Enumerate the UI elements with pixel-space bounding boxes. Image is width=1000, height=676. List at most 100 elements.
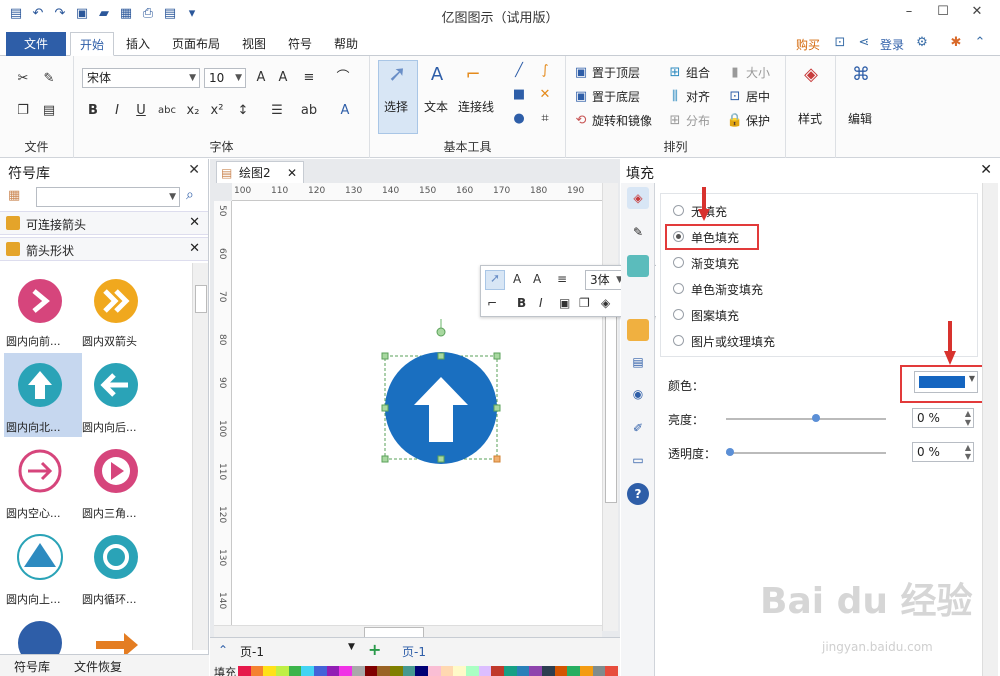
cut-icon[interactable]: ✂ <box>14 70 32 88</box>
shape-circle-hollow-arrow[interactable]: 圆内空心... <box>4 439 82 523</box>
login-link[interactable]: 登录 <box>880 36 904 53</box>
send-back-button[interactable]: 置于底层 <box>592 88 640 105</box>
fill-panel-icon[interactable]: ◈ <box>627 187 649 209</box>
palette-swatch[interactable] <box>554 666 568 676</box>
palette-swatch[interactable] <box>516 666 530 676</box>
page-selector[interactable]: 页-1 <box>240 643 264 660</box>
image-panel-icon[interactable] <box>627 319 649 341</box>
help-icon[interactable]: ? <box>627 483 649 505</box>
minimize-button[interactable]: – <box>894 4 924 24</box>
shape-circle-cycle[interactable]: 圆内循环... <box>80 525 158 609</box>
shape-circle-back-arrow[interactable]: 圆内向后... <box>80 353 158 437</box>
palette-swatch[interactable] <box>428 666 441 676</box>
palette-swatch[interactable] <box>314 666 327 676</box>
palette-swatch[interactable] <box>440 666 454 676</box>
palette-swatch[interactable] <box>263 666 277 676</box>
theme-icon[interactable]: ✱ <box>948 35 964 51</box>
search-icon[interactable]: ⌕ <box>186 187 194 203</box>
rotate-mirror-button[interactable]: 旋转和镜像 <box>592 112 652 129</box>
buy-link[interactable]: 购买 <box>796 36 820 53</box>
document-tab[interactable]: ▤ 绘图2 ✕ <box>216 161 304 183</box>
shape-circle-refresh[interactable] <box>4 611 82 655</box>
style-icon[interactable]: ◈ <box>802 66 820 84</box>
palette-swatch[interactable] <box>377 666 391 676</box>
tab-file-recovery[interactable]: 文件恢复 <box>74 658 122 675</box>
copy-icon[interactable]: ❐ <box>14 102 32 120</box>
underline-icon[interactable]: U <box>132 102 150 120</box>
tab-page-layout[interactable]: 页面布局 <box>164 32 228 56</box>
distribute-button[interactable]: 分布 <box>686 112 710 129</box>
align-text-icon[interactable]: ≡ <box>300 69 318 87</box>
copy-style-icon[interactable]: ❐ <box>579 296 590 310</box>
size-button[interactable]: 大小 <box>746 64 770 81</box>
shrink-font-icon[interactable]: A <box>533 272 541 286</box>
brightness-input[interactable]: 0 % ▲ ▼ <box>912 408 974 428</box>
feedback-icon[interactable]: ⊡ <box>832 35 848 51</box>
brightness-slider[interactable] <box>726 418 886 420</box>
canvas-vscrollbar[interactable] <box>602 183 618 631</box>
shadow-icon[interactable]: ▣ <box>559 296 570 310</box>
library-grid-icon[interactable]: ▦ <box>8 188 30 206</box>
transparency-knob[interactable] <box>726 448 734 456</box>
canvas-vscroll-thumb[interactable] <box>605 303 617 503</box>
fill-panel-scrollbar[interactable] <box>982 183 998 676</box>
category-connectable-arrows[interactable]: 可连接箭头 ✕ <box>0 211 208 235</box>
ribbon-collapse-icon[interactable]: ⌃ <box>972 35 988 51</box>
library-close-icon[interactable]: ✕ <box>188 162 200 178</box>
category-arrow-shapes[interactable]: 箭头形状 ✕ <box>0 237 208 261</box>
palette-swatch[interactable] <box>402 666 416 676</box>
palette-swatch[interactable] <box>504 666 517 676</box>
palette-swatch[interactable] <box>352 666 365 676</box>
shadow-panel-icon[interactable] <box>627 255 649 277</box>
connector-tool-label[interactable]: 连接线 <box>458 98 494 115</box>
bring-front-button[interactable]: 置于顶层 <box>592 64 640 81</box>
transparency-slider[interactable] <box>726 452 886 454</box>
grow-font-icon[interactable]: A <box>252 69 270 87</box>
curve-tool-icon[interactable]: ∫ <box>536 62 554 80</box>
palette-swatch[interactable] <box>390 666 403 676</box>
settings-icon[interactable]: ⚙ <box>914 35 930 51</box>
comment-icon[interactable]: ▭ <box>627 449 649 471</box>
library-scrollbar[interactable] <box>192 263 208 650</box>
palette-swatch[interactable] <box>301 666 315 676</box>
align-button[interactable]: 对齐 <box>686 88 710 105</box>
text-shape-icon[interactable]: ⌒ <box>334 69 352 87</box>
shape-circle-triangle[interactable]: 圆内三角... <box>80 439 158 523</box>
page-dropdown-icon[interactable]: ▼ <box>348 642 355 652</box>
palette-swatch[interactable] <box>567 666 581 676</box>
palette-swatch[interactable] <box>529 666 543 676</box>
subscript-icon[interactable]: x₂ <box>184 102 202 120</box>
pointer-icon[interactable]: ➚ <box>485 270 505 290</box>
palette-swatch[interactable] <box>238 666 251 676</box>
grow-font-icon[interactable]: A <box>513 272 521 286</box>
transparency-input[interactable]: 0 % ▲ ▼ <box>912 442 974 462</box>
shape-orange-arrow[interactable] <box>80 611 158 655</box>
shape-circle-forward-arrow[interactable]: 圆内向前... <box>4 267 82 351</box>
palette-swatch[interactable] <box>415 666 429 676</box>
italic-icon[interactable]: I <box>539 296 543 310</box>
palette-swatch[interactable] <box>453 666 467 676</box>
palette-swatch[interactable] <box>466 666 479 676</box>
line-panel-icon[interactable]: ✎ <box>627 221 649 243</box>
page-panel-icon[interactable]: ▤ <box>627 351 649 373</box>
font-size-select[interactable]: 10 ▼ <box>204 68 246 88</box>
palette-swatch[interactable] <box>250 666 264 676</box>
palette-swatch[interactable] <box>276 666 289 676</box>
palette-swatch[interactable] <box>542 666 555 676</box>
attachment-icon[interactable]: ✐ <box>627 417 649 439</box>
category-close-icon[interactable]: ✕ <box>189 215 200 230</box>
binoculars-icon[interactable]: ⌘ <box>852 66 870 84</box>
library-scroll-thumb[interactable] <box>195 285 207 313</box>
shape-circle-double-arrow[interactable]: 圆内双箭头 <box>80 267 158 351</box>
shape-circle-north-arrow[interactable]: 圆内向北... <box>4 353 82 437</box>
palette-swatch[interactable] <box>478 666 492 676</box>
bold-icon[interactable]: B <box>517 296 526 310</box>
tab-symbols[interactable]: 符号 <box>280 32 320 56</box>
hyperlink-icon[interactable]: ◉ <box>627 383 649 405</box>
library-search-input[interactable]: ▼ <box>36 187 180 207</box>
text-tool-icon[interactable]: A <box>428 66 446 84</box>
font-color-icon[interactable]: A <box>336 102 354 120</box>
palette-swatch[interactable] <box>605 666 619 676</box>
palette-swatch[interactable] <box>339 666 353 676</box>
fill-bucket-icon[interactable]: ◈ <box>601 296 610 310</box>
